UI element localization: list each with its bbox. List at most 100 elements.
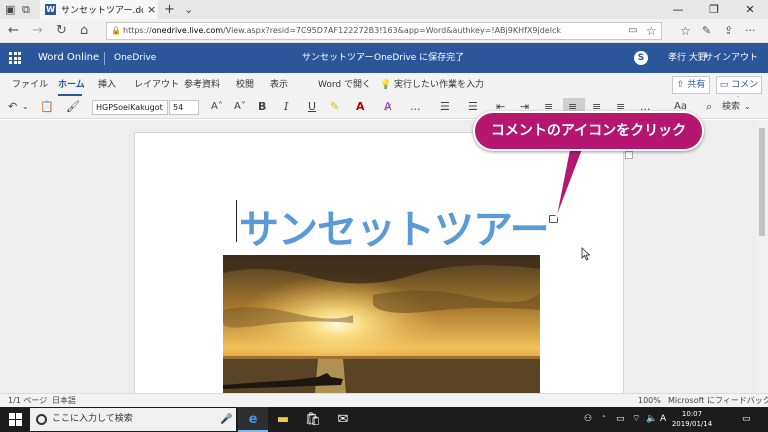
notes-pen-icon[interactable]: ✎ — [702, 22, 711, 40]
skype-icon[interactable]: S — [634, 51, 648, 65]
tab-open-in-word[interactable]: Word で開く — [318, 73, 371, 97]
new-tab-icon[interactable]: + — [164, 2, 175, 17]
bold-button[interactable]: B — [258, 97, 266, 117]
lock-icon: 🔒 — [111, 26, 121, 35]
font-color-icon[interactable]: A — [356, 97, 365, 117]
search-icon[interactable]: ⌕ — [706, 97, 712, 117]
forward-icon[interactable]: → — [32, 22, 43, 40]
share-icon[interactable]: ⇪ — [724, 22, 733, 40]
vertical-scrollbar[interactable] — [756, 120, 768, 393]
tab-list-chevron-icon[interactable]: ⌄ — [184, 2, 193, 17]
restore-icon[interactable]: ❐ — [696, 0, 732, 19]
mail-icon[interactable]: ✉ — [328, 407, 358, 432]
highlight-icon[interactable]: ✎ — [330, 97, 339, 117]
url-host: onedrive.live.com — [151, 26, 224, 35]
volume-icon[interactable]: 🔈 — [646, 407, 657, 432]
clear-format-icon[interactable]: A̷ — [384, 97, 392, 117]
sunset-photo[interactable] — [223, 255, 540, 393]
tab-file[interactable]: ファイル — [12, 73, 48, 97]
lightbulb-icon: 💡 — [380, 80, 392, 90]
document-canvas: サンセットツアー — [0, 120, 756, 393]
ime-indicator[interactable]: A — [660, 407, 666, 432]
file-explorer-icon[interactable]: ▬ — [268, 407, 298, 432]
undo-icon[interactable]: ↶ — [8, 97, 17, 117]
tab-layout[interactable]: レイアウト — [134, 73, 179, 97]
close-window-icon[interactable]: ✕ — [732, 0, 768, 19]
scrollbar-thumb[interactable] — [759, 128, 765, 236]
format-painter-icon[interactable]: 🖌 — [66, 97, 80, 117]
share-label: 共有 — [687, 80, 706, 90]
zoom-level[interactable]: 100% — [638, 394, 661, 407]
find-dropdown-icon[interactable]: ⌄ — [744, 97, 751, 117]
tab-insert[interactable]: 挿入 — [98, 73, 116, 97]
back-icon[interactable]: ← — [8, 22, 19, 40]
system-clock[interactable]: 10:07 2019/01/14 — [668, 409, 716, 429]
paste-icon[interactable]: 📋 — [40, 97, 54, 117]
app-name[interactable]: Word Online — [38, 43, 99, 73]
comment-icon: ▭ — [719, 80, 732, 90]
sunset-image — [223, 255, 540, 393]
header-divider — [104, 52, 105, 65]
undo-dropdown-icon[interactable]: ⌄ — [22, 97, 29, 117]
page-count: 1/1 ページ — [8, 396, 48, 405]
word-header: Word Online OneDrive サンセットツアー - OneDrive… — [0, 43, 768, 73]
document-heading[interactable]: サンセットツアー — [239, 197, 550, 255]
numbering-icon[interactable]: ☰ — [468, 97, 478, 117]
font-size-select[interactable]: 54 — [169, 100, 199, 115]
tab-references[interactable]: 参考資料 — [184, 73, 220, 97]
tab-title: サンセットツアー.docx - Mi — [61, 6, 143, 16]
action-center-icon[interactable]: ▭ — [742, 407, 751, 432]
share-person-icon: ⇧ — [676, 80, 688, 90]
favorites-hub-icon[interactable]: ☆ — [680, 22, 691, 40]
tab-actions-icon[interactable]: ▣ — [5, 2, 15, 17]
font-name-select[interactable]: HGPSoeiKakugot — [92, 100, 168, 115]
onedrive-link[interactable]: OneDrive — [114, 43, 156, 73]
tab-view[interactable]: 表示 — [270, 73, 288, 97]
browser-tab-active[interactable]: W サンセットツアー.docx - Mi × — [40, 0, 158, 19]
tab-close-icon[interactable]: × — [147, 3, 156, 16]
windows-taskbar: ここに入力して検索 🎤 e ▬ 🛍 ✉ ⚇ ˄ ▭ ⌔ 🔈 A 10:07 20… — [0, 407, 768, 432]
tray-chevron-icon[interactable]: ˄ — [602, 407, 606, 432]
clock-date: 2019/01/14 — [671, 420, 713, 428]
tell-me-input[interactable]: 実行したい作業を入力 — [394, 73, 484, 97]
share-button[interactable]: ⇧ 共有 — [672, 76, 710, 94]
italic-button[interactable]: I — [284, 97, 288, 117]
comment-button[interactable]: ▭ コメント — [716, 76, 762, 106]
grow-font-icon[interactable]: A˄ — [211, 97, 223, 117]
shrink-font-icon[interactable]: A˅ — [234, 97, 246, 117]
people-icon[interactable]: ⚇ — [584, 407, 592, 432]
feedback-link[interactable]: Microsoft にフィードバックを送信 — [668, 394, 768, 407]
bullets-icon[interactable]: ☰ — [440, 97, 450, 117]
word-file-icon: W — [45, 4, 56, 15]
url-prefix: https:// — [123, 26, 152, 35]
page-corner-marker — [625, 151, 633, 159]
sign-out-link[interactable]: サインアウト — [704, 43, 758, 73]
language-status[interactable]: 日本語 — [52, 394, 76, 407]
underline-button[interactable]: U — [308, 97, 316, 117]
tab-review[interactable]: 校閲 — [236, 73, 254, 97]
find-button[interactable]: 検索 — [722, 97, 740, 117]
taskbar-search[interactable]: ここに入力して検索 🎤 — [30, 408, 236, 431]
document-title[interactable]: サンセットツアー — [302, 43, 373, 73]
minimize-icon[interactable]: — — [660, 0, 696, 19]
app-launcher-icon[interactable] — [9, 52, 21, 64]
user-name[interactable]: 孝行 大野 — [668, 43, 707, 73]
url-field[interactable]: 🔒 https://onedrive.live.com/View.aspx?res… — [106, 22, 662, 40]
reading-view-icon[interactable]: ▭ — [628, 22, 637, 40]
store-icon[interactable]: 🛍 — [298, 407, 328, 432]
favorite-star-icon[interactable]: ☆ — [646, 22, 657, 40]
status-bar: 1/1 ページ 日本語 100% Microsoft にフィードバックを送信 — [0, 393, 768, 407]
text-cursor — [236, 200, 237, 242]
tab-preview-icon[interactable]: ⧉ — [22, 2, 30, 17]
clock-time: 10:07 — [681, 410, 703, 418]
refresh-icon[interactable]: ↻ — [56, 22, 67, 40]
microphone-icon[interactable]: 🎤 — [220, 408, 232, 431]
edge-browser-icon[interactable]: e — [238, 407, 268, 432]
url-path: /View.aspx?resid=7C95D7AF122272B3!163&ap… — [223, 26, 561, 35]
more-font-options-button[interactable]: ... — [410, 97, 421, 117]
home-icon[interactable]: ⌂ — [80, 22, 88, 40]
network-icon[interactable]: ⌔ — [632, 407, 640, 432]
battery-icon[interactable]: ▭ — [616, 407, 625, 432]
more-icon[interactable]: ··· — [745, 22, 756, 40]
windows-start-icon[interactable] — [9, 413, 22, 426]
